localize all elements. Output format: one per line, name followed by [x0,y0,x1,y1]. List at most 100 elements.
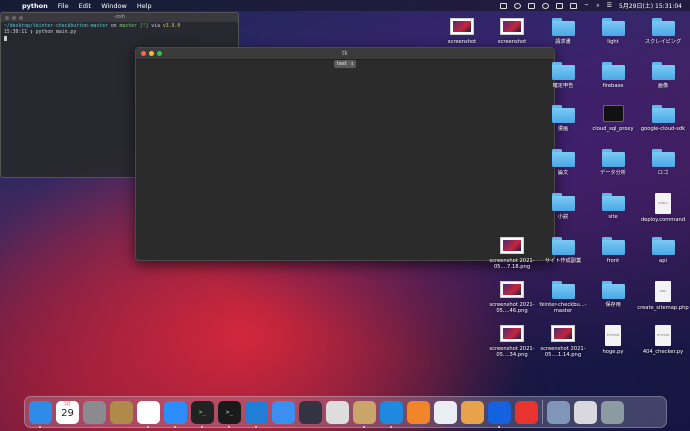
folder-icon [601,193,625,211]
desktop-icon[interactable]: 小説 [535,193,591,220]
dock-downloads-stack-icon[interactable] [547,400,570,424]
desktop-icon-label: 画像 [657,83,669,89]
desktop-icon[interactable]: 論文 [535,149,591,176]
desktop-icon[interactable]: screenshot [484,18,540,45]
desktop-icon[interactable]: 保存用 [585,281,641,308]
dock-sourcetree-icon[interactable] [407,400,430,424]
desktop-icon-label: google-cloud-sdk [640,126,686,132]
desktop-icon[interactable]: api [635,237,690,264]
zoom-icon[interactable] [157,51,162,56]
desktop-icon[interactable]: cloud_sql_proxy [585,105,641,132]
terminal-output[interactable]: ~/desktop/tkinter-checkbutton-master on … [1,22,238,45]
desktop-icon-label: 請求書 [555,39,571,45]
dock-sequel-icon[interactable] [326,400,349,424]
status-menu-icon-4[interactable] [541,2,549,9]
minimize-icon[interactable] [149,51,154,56]
desktop-icon-label: 論文 [557,170,569,176]
terminal-titlebar[interactable]: -zsh [1,13,238,22]
wifi-icon[interactable]: ⌔ [584,2,590,10]
test-menubutton[interactable]: test ⇕ [334,60,356,68]
desktop-icon[interactable]: screenshot 2021-05....1.14.png [535,325,591,358]
desktop-icon[interactable]: データ分析 [585,149,641,176]
folder-icon [601,237,625,255]
minimize-icon[interactable] [12,15,16,20]
menu-app-name[interactable]: python [22,2,48,10]
dock-finder-icon[interactable] [29,400,52,428]
desktop-icon[interactable]: PHP create_sitemap.php [635,281,690,311]
menu-edit[interactable]: Edit [79,2,92,10]
desktop-icon[interactable]: PYTHON 404_checker.py [635,325,690,355]
desktop-icon[interactable]: screenshot 2021-05....7.18.png [484,237,540,270]
desktop-icon[interactable]: 確定申告 [535,62,591,89]
desktop-icon[interactable]: screenshot 2021-05....34.png [484,325,540,358]
status-menu-icon-5[interactable] [555,2,563,9]
desktop-icon-label: 漫画 [557,126,569,132]
desktop-icon[interactable]: SHELL deploy.command [635,193,690,223]
image-file-icon [551,325,575,342]
menu-file[interactable]: File [58,2,69,10]
dock-vscode-icon[interactable] [245,400,268,428]
document-icon: PYTHON [605,325,621,346]
desktop-icon[interactable]: 請求書 [535,18,591,45]
dock-zoom-icon[interactable] [164,400,187,428]
dock-docker-icon[interactable] [380,400,403,428]
desktop-icon[interactable]: front [585,237,641,264]
dock-system-preferences-icon[interactable] [83,400,106,424]
dock-safari-icon[interactable] [272,400,295,424]
dock-infinity-icon[interactable] [488,400,511,428]
tk-window[interactable]: tk test ⇕ [135,47,555,261]
desktop-icon-label: screenshot 2021-05....46.png [489,302,535,314]
desktop-icon[interactable]: サイト作成副業 [535,237,591,264]
dock-calendar-icon[interactable]: 5月 29 [56,400,79,424]
dock-quicktime-icon[interactable] [299,400,322,424]
tk-titlebar[interactable]: tk [136,48,554,60]
dock-iterm-icon[interactable]: >_ [191,400,214,428]
dock-clock-icon[interactable] [515,400,538,424]
desktop-icon[interactable]: スクレイピング [635,18,690,45]
image-file-icon [500,281,524,298]
dock-document-stack-icon[interactable] [574,400,597,424]
desktop-icon[interactable]: 漫画 [535,105,591,132]
folder-icon [551,105,575,123]
status-menu-icon-6[interactable] [569,2,577,9]
search-icon[interactable]: ⌕ [596,2,599,10]
dock-terminal-icon[interactable]: >_ [218,400,241,428]
status-menu-icon-2[interactable] [513,2,521,9]
desktop-icon-label: screenshot [447,39,477,45]
terminal-cursor [4,36,7,41]
desktop-icon[interactable]: screenshot 2021-05....46.png [484,281,540,314]
status-menu-icon-3[interactable] [527,2,535,9]
close-icon[interactable] [141,51,146,56]
control-center-icon[interactable]: ☰ [607,2,612,9]
status-menu-icon-1[interactable] [499,2,507,9]
desktop-icon[interactable]: PYTHON hoge.py [585,325,641,355]
dock-preview-icon[interactable] [461,400,484,424]
dock-chrome-icon[interactable] [137,400,160,428]
desktop-icon[interactable]: 画像 [635,62,690,89]
dock: 5月 29 >_ >_ [24,396,667,428]
desktop-icon[interactable]: screenshot [434,18,490,45]
dock-trash-icon[interactable] [601,400,624,424]
folder-icon [551,281,575,299]
menu-help[interactable]: Help [137,2,152,10]
desktop-icon[interactable]: tkinter-checkbu...-master [535,281,591,314]
folder-icon [551,237,575,255]
menu-window[interactable]: Window [101,2,127,10]
desktop-icon-label: front [606,258,620,264]
dock-archive-icon[interactable] [110,400,133,424]
desktop-icon[interactable]: google-cloud-sdk [635,105,690,132]
desktop-icon-label: tkinter-checkbu...-master [539,302,587,314]
desktop-icon-label: light [607,39,619,45]
zoom-icon[interactable] [19,15,23,20]
dock-python-launcher-icon[interactable] [353,400,376,428]
terminal-title: -zsh [113,14,126,20]
menubar-clock[interactable]: 5月29日(土) 15:31:04 [619,1,682,10]
desktop-icon[interactable]: firebase [585,62,641,89]
close-icon[interactable] [5,15,9,20]
desktop-icon-label: 小説 [557,214,569,220]
dock-postgres-icon[interactable] [434,400,457,424]
desktop-icon[interactable]: ロゴ [635,149,690,176]
desktop-icon[interactable]: site [585,193,641,220]
image-file-icon [500,237,524,254]
desktop-icon[interactable]: light [585,18,641,45]
